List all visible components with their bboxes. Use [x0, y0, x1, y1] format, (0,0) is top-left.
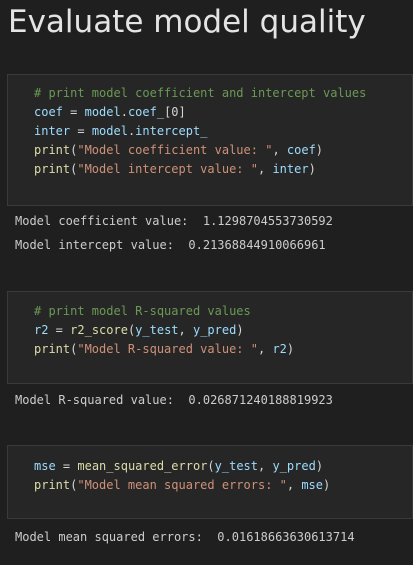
code-token: , [258, 459, 273, 473]
code-token: coef [286, 143, 316, 157]
code-token: intercept_ [135, 124, 208, 138]
code-cell-3-source[interactable]: mse = mean_squared_error(y_test, y_pred)… [34, 457, 330, 495]
code-token: # print model R-squared values [34, 304, 251, 318]
code-token: = [48, 323, 71, 337]
code-token: r2 [272, 342, 287, 356]
code-token: [0] [164, 105, 186, 119]
code-cell-3-output: Model mean squared errors: 0.01618663630… [15, 525, 355, 549]
code-token: ) [236, 323, 244, 337]
code-line: # print model R-squared values [34, 302, 294, 321]
code-token: = [55, 459, 78, 473]
code-cell-1-source[interactable]: # print model coefficient and intercept … [34, 84, 366, 179]
code-token: "Model R-squared value: " [77, 342, 258, 356]
code-line: # print model coefficient and intercept … [34, 84, 366, 103]
code-token: # print model coefficient and intercept … [34, 86, 367, 100]
code-line: mse = mean_squared_error(y_test, y_pred) [34, 457, 330, 476]
code-token: r2_score [70, 323, 128, 337]
code-cell-2-output: Model R-squared value: 0.026871240188819… [15, 388, 333, 412]
code-token: mse [301, 478, 324, 492]
code-token: ) [315, 459, 324, 473]
code-token: model [91, 124, 128, 138]
code-cell-1-output: Model coefficient value: 1.1298704553730… [15, 209, 333, 257]
output-line: Model mean squared errors: 0.01618663630… [15, 530, 355, 544]
code-token: "Model coefficient value: " [77, 143, 273, 157]
code-token: y_test [135, 323, 179, 337]
code-token: ) [286, 342, 295, 356]
code-token: = [70, 124, 92, 138]
code-token: , [286, 478, 302, 492]
code-token: y_test [214, 459, 259, 473]
code-line: inter = model.intercept_ [34, 122, 366, 141]
output-line: Model coefficient value: 1.1298704553730… [15, 214, 333, 228]
code-token: mean_squared_error [77, 459, 208, 473]
code-token: , [257, 162, 273, 176]
code-token: model [84, 105, 121, 119]
code-token: print [34, 478, 71, 492]
code-token: , [257, 342, 273, 356]
code-token: print [34, 143, 71, 157]
code-token: ) [308, 162, 316, 176]
code-line: print("Model coefficient value: ", coef) [34, 141, 366, 160]
code-token: coef [34, 105, 63, 119]
output-line: Model intercept value: 0.213688449100669… [15, 238, 326, 252]
code-token: . [120, 105, 128, 119]
code-token: print [34, 162, 71, 176]
code-token: y_pred [272, 459, 316, 473]
code-token: inter [34, 124, 71, 138]
code-line: coef = model.coef_[0] [34, 103, 366, 122]
code-token: ( [207, 459, 215, 473]
code-token: "Model mean squared errors: " [77, 478, 287, 492]
code-cell-2-source[interactable]: # print model R-squared values r2 = r2_sc… [34, 302, 294, 359]
code-token: "Model intercept value: " [77, 162, 258, 176]
code-line: print("Model R-squared value: ", r2) [34, 340, 294, 359]
code-token: coef_ [127, 105, 165, 119]
code-token: inter [272, 162, 309, 176]
code-token: y_pred [192, 323, 237, 337]
code-line: print("Model intercept value: ", inter) [34, 160, 366, 179]
code-token: print [34, 342, 71, 356]
page-title: Evaluate model quality [8, 4, 366, 40]
code-token: r2 [34, 323, 49, 337]
code-token: , [178, 323, 193, 337]
output-line: Model R-squared value: 0.026871240188819… [15, 393, 333, 407]
code-token: ) [315, 143, 324, 157]
code-token: ) [323, 478, 331, 492]
code-token: mse [34, 459, 56, 473]
code-token: = [62, 105, 85, 119]
code-line: print("Model mean squared errors: ", mse… [34, 476, 330, 495]
code-line: r2 = r2_score(y_test, y_pred) [34, 321, 294, 340]
code-token: , [272, 143, 287, 157]
